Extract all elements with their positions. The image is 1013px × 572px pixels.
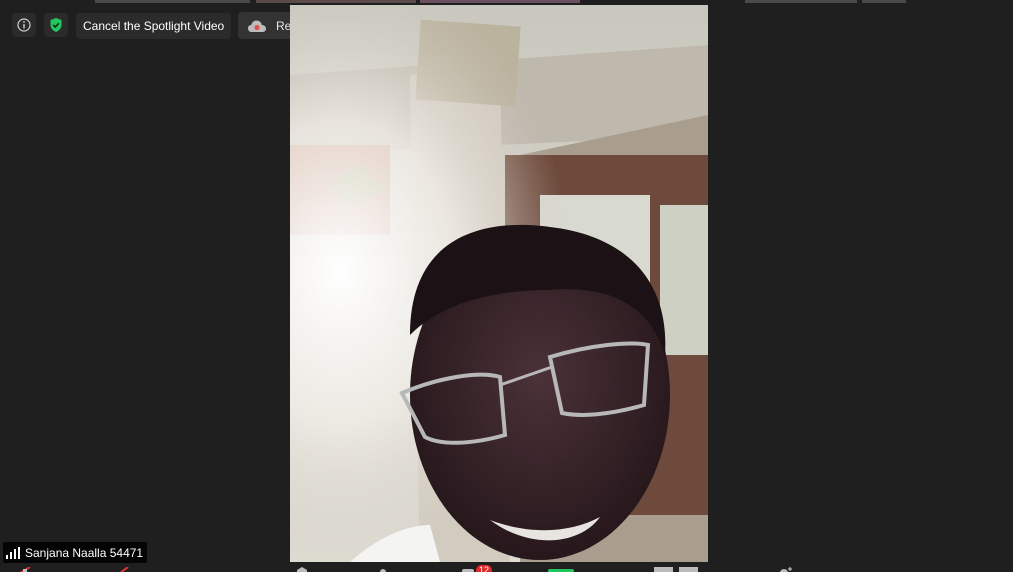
video-frame xyxy=(290,5,708,562)
meeting-toolbar xyxy=(0,564,1013,572)
meeting-info-button[interactable] xyxy=(12,13,36,37)
gallery-strip xyxy=(0,0,1013,3)
participant-name-tag: Sanjana Naalla 54471 xyxy=(3,542,148,563)
spotlight-video[interactable] xyxy=(290,5,708,562)
security-toolbar-icon[interactable] xyxy=(297,567,307,572)
participants-icon[interactable] xyxy=(378,567,388,572)
share-screen-icon[interactable] xyxy=(548,567,574,572)
participant-name: Sanjana Naalla 54471 xyxy=(25,545,144,560)
participants-count-badge: 12 xyxy=(476,565,493,572)
info-icon xyxy=(17,18,31,32)
security-button[interactable] xyxy=(44,13,68,37)
record-toolbar-icon[interactable] xyxy=(654,567,698,572)
shield-check-icon xyxy=(50,18,62,32)
reactions-icon[interactable] xyxy=(778,567,794,572)
signal-bars-icon xyxy=(6,546,20,559)
video-icon[interactable] xyxy=(118,567,132,572)
meeting-window: Cancel the Spotlight Video Recording... xyxy=(0,0,1013,572)
cancel-spotlight-button[interactable]: Cancel the Spotlight Video xyxy=(76,13,232,39)
chat-icon[interactable] xyxy=(462,567,476,572)
mic-icon[interactable] xyxy=(18,567,34,572)
cloud-record-icon xyxy=(246,18,268,34)
